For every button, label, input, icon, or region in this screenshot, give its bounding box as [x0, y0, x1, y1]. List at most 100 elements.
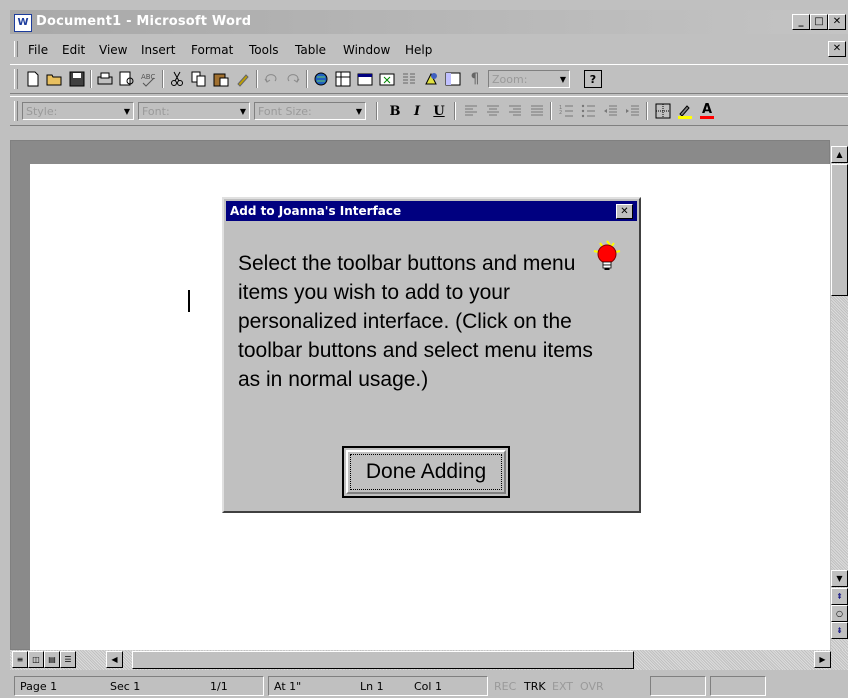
align-left-icon[interactable] [462, 102, 480, 120]
menu-format[interactable]: Format [191, 43, 233, 57]
font-placeholder: Font: [142, 105, 170, 118]
spelling-icon[interactable]: ABC [140, 70, 158, 88]
menu-insert[interactable]: Insert [141, 43, 175, 57]
menu-help[interactable]: Help [405, 43, 432, 57]
svg-text:2: 2 [559, 110, 562, 116]
done-adding-button[interactable]: Done Adding [342, 446, 510, 498]
minimize-button[interactable]: _ [792, 14, 810, 30]
status-ext[interactable]: EXT [552, 680, 573, 693]
new-icon[interactable] [24, 70, 42, 88]
undo-icon[interactable] [262, 70, 280, 88]
word-app-icon[interactable]: W [14, 14, 32, 32]
print-preview-icon[interactable] [118, 70, 136, 88]
menu-bar: File Edit View Insert Format Tools Table… [10, 38, 848, 60]
outline-view-button[interactable]: ☰ [60, 651, 76, 668]
insert-excel-icon[interactable] [378, 70, 396, 88]
status-section: Sec 1 [110, 680, 141, 693]
show-formatting-icon[interactable]: ¶ [466, 70, 484, 88]
lightbulb-icon [593, 240, 621, 270]
previous-page-button[interactable]: ⇞ [831, 588, 848, 605]
done-adding-label: Done Adding [346, 450, 506, 494]
increase-indent-icon[interactable] [624, 102, 642, 120]
dialog-title-bar[interactable]: Add to Joanna's Interface ✕ [226, 201, 637, 221]
numbering-icon[interactable]: 12 [558, 102, 576, 120]
tables-borders-icon[interactable] [334, 70, 352, 88]
redo-icon[interactable] [284, 70, 302, 88]
status-line: Ln 1 [360, 680, 384, 693]
style-combo[interactable]: Style: ▼ [22, 102, 134, 120]
open-icon[interactable] [46, 70, 64, 88]
dialog-message: Select the toolbar buttons and menu item… [238, 252, 593, 391]
align-center-icon[interactable] [484, 102, 502, 120]
window-title-bar[interactable]: W Document1 - Microsoft Word _ □ ✕ [10, 10, 848, 34]
justify-icon[interactable] [528, 102, 546, 120]
copy-icon[interactable] [190, 70, 208, 88]
status-at: At 1" [274, 680, 302, 693]
formatting-toolbar: Style: ▼ Font: ▼ Font Size: ▼ B I U 12 A [10, 96, 848, 126]
menu-file[interactable]: File [28, 43, 48, 57]
menu-table[interactable]: Table [295, 43, 326, 57]
drawing-icon[interactable] [422, 70, 440, 88]
bullets-icon[interactable] [580, 102, 598, 120]
paste-icon[interactable] [212, 70, 230, 88]
chevron-down-icon[interactable]: ▼ [356, 103, 362, 121]
zoom-placeholder: Zoom: [492, 73, 528, 86]
align-right-icon[interactable] [506, 102, 524, 120]
insert-table-icon[interactable] [356, 70, 374, 88]
status-page: Page 1 [20, 680, 58, 693]
chevron-down-icon[interactable]: ▼ [124, 103, 130, 121]
menubar-grip[interactable] [14, 41, 18, 57]
scroll-down-button[interactable]: ▼ [831, 570, 848, 587]
status-trk[interactable]: TRK [524, 680, 546, 693]
save-icon[interactable] [68, 70, 86, 88]
vertical-scroll-thumb[interactable] [831, 164, 848, 296]
font-combo[interactable]: Font: ▼ [138, 102, 250, 120]
format-painter-icon[interactable] [234, 70, 252, 88]
status-ovr[interactable]: OVR [580, 680, 604, 693]
menu-tools[interactable]: Tools [249, 43, 279, 57]
status-rec[interactable]: REC [494, 680, 516, 693]
chevron-down-icon[interactable]: ▼ [560, 71, 566, 89]
highlight-icon[interactable] [676, 102, 694, 120]
vertical-scrollbar[interactable]: ▲ ▼ ⇞ ○ ⇟ [831, 146, 848, 650]
font-color-icon[interactable]: A [698, 102, 716, 120]
dialog-close-button[interactable]: ✕ [616, 204, 633, 219]
help-icon[interactable]: ? [584, 70, 602, 88]
maximize-button[interactable]: □ [810, 14, 828, 30]
document-map-icon[interactable] [444, 70, 462, 88]
browse-object-button[interactable]: ○ [831, 605, 848, 622]
horizontal-scrollbar[interactable]: ≡ ◫ ▤ ☰ ◀ ▶ [10, 650, 848, 670]
menu-window[interactable]: Window [343, 43, 390, 57]
status-panel-spelling [710, 676, 766, 696]
underline-button[interactable]: U [430, 102, 448, 120]
normal-view-button[interactable]: ≡ [12, 651, 28, 668]
web-layout-view-button[interactable]: ◫ [28, 651, 44, 668]
menu-view[interactable]: View [99, 43, 127, 57]
add-to-interface-dialog: Add to Joanna's Interface ✕ Select the t… [222, 197, 641, 513]
next-page-button[interactable]: ⇟ [831, 622, 848, 639]
scroll-right-button[interactable]: ▶ [814, 651, 831, 668]
borders-icon[interactable] [654, 102, 672, 120]
bold-button[interactable]: B [386, 102, 404, 120]
columns-icon[interactable] [400, 70, 418, 88]
cut-icon[interactable] [168, 70, 186, 88]
toolbar-grip[interactable] [14, 69, 18, 89]
standard-toolbar: ABC ¶ Zoom: ▼ ? [10, 64, 848, 94]
horizontal-scroll-thumb[interactable] [132, 651, 634, 669]
scroll-left-button[interactable]: ◀ [106, 651, 123, 668]
font-size-combo[interactable]: Font Size: ▼ [254, 102, 366, 120]
close-window-button[interactable]: ✕ [828, 14, 846, 30]
zoom-combo[interactable]: Zoom: ▼ [488, 70, 570, 88]
scroll-up-button[interactable]: ▲ [831, 146, 848, 163]
web-toolbar-icon[interactable] [312, 70, 330, 88]
font-size-placeholder: Font Size: [258, 105, 312, 118]
dialog-title: Add to Joanna's Interface [230, 204, 402, 218]
print-layout-view-button[interactable]: ▤ [44, 651, 60, 668]
print-icon[interactable] [96, 70, 114, 88]
chevron-down-icon[interactable]: ▼ [240, 103, 246, 121]
decrease-indent-icon[interactable] [602, 102, 620, 120]
close-document-button[interactable]: ✕ [828, 41, 846, 57]
toolbar-grip[interactable] [14, 101, 18, 121]
italic-button[interactable]: I [408, 102, 426, 120]
menu-edit[interactable]: Edit [62, 43, 85, 57]
